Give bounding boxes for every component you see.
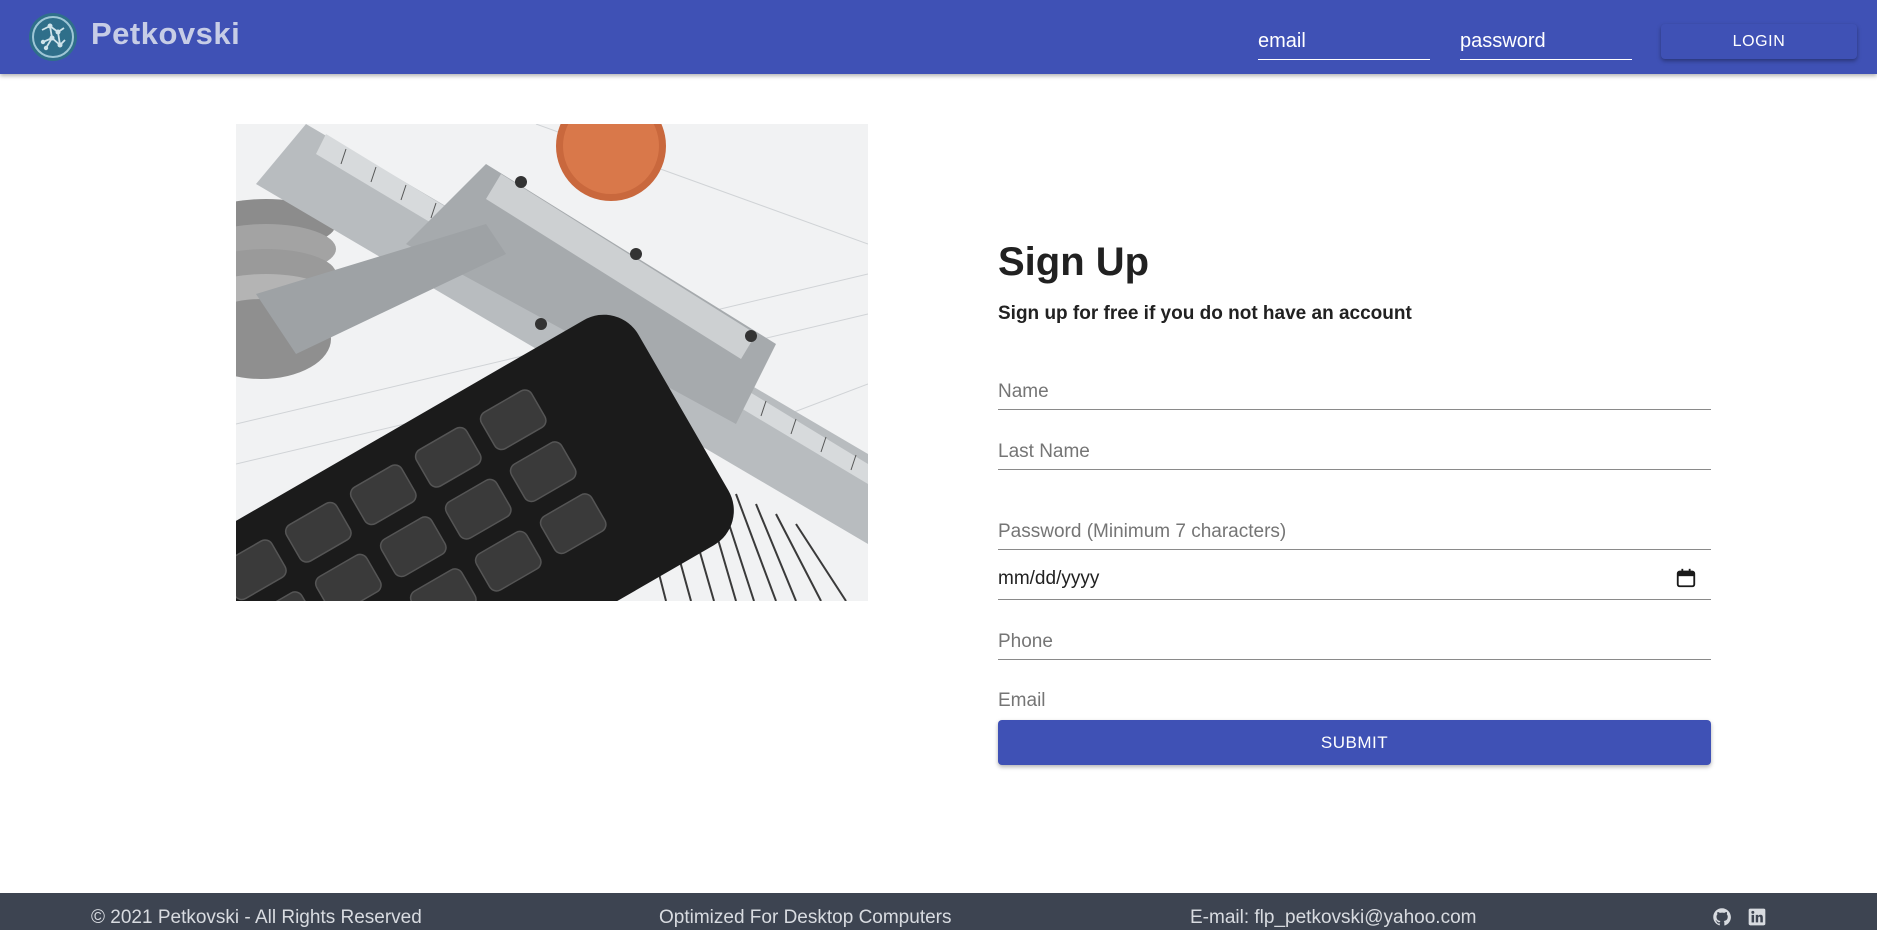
linkedin-icon[interactable]: [1747, 907, 1767, 927]
password-input[interactable]: [998, 514, 1711, 550]
calipers-calculator-photo: [236, 124, 868, 601]
login-email-input[interactable]: [1258, 24, 1430, 60]
brand-name[interactable]: Petkovski: [91, 16, 240, 52]
email-input[interactable]: [998, 683, 1711, 719]
footer-optimized-note: Optimized For Desktop Computers: [659, 907, 952, 928]
signup-subtitle: Sign up for free if you do not have an a…: [998, 303, 1412, 324]
github-icon[interactable]: [1712, 907, 1732, 927]
signup-title: Sign Up: [998, 240, 1150, 284]
calendar-icon[interactable]: [1675, 567, 1697, 589]
footer-email: E-mail: flp_petkovski@yahoo.com: [1190, 907, 1477, 928]
date-placeholder: mm/dd/yyyy: [998, 568, 1100, 589]
phone-input[interactable]: [998, 624, 1711, 660]
birthdate-input[interactable]: mm/dd/yyyy: [998, 563, 1711, 600]
top-navbar: Petkovski LOGIN: [0, 0, 1877, 74]
last-name-input[interactable]: [998, 434, 1711, 470]
footer-copyright: © 2021 Petkovski - All Rights Reserved: [91, 907, 422, 928]
name-input[interactable]: [998, 374, 1711, 410]
hero-image: [236, 124, 868, 601]
login-button[interactable]: LOGIN: [1661, 24, 1857, 59]
login-password-input[interactable]: [1460, 24, 1632, 60]
footer: © 2021 Petkovski - All Rights Reserved O…: [0, 893, 1877, 930]
logo-icon[interactable]: [28, 12, 78, 62]
submit-button[interactable]: SUBMIT: [998, 720, 1711, 765]
